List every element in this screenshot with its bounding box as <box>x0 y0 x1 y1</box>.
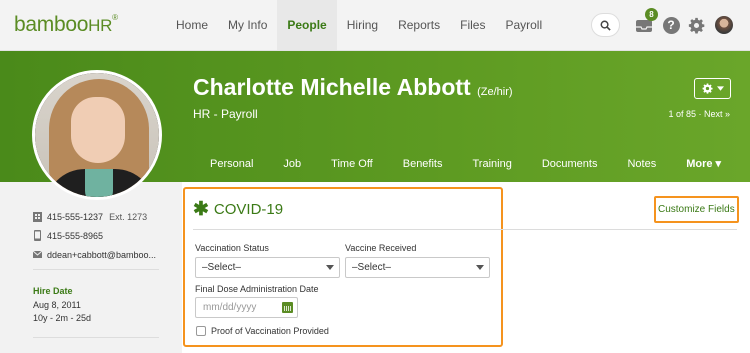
vaccine-received-value: –Select– <box>352 262 391 273</box>
employee-full-name: Charlotte Michelle Abbott <box>193 74 471 100</box>
user-avatar-button[interactable] <box>712 13 736 37</box>
gear-icon <box>702 83 713 94</box>
work-phone-row: 415-555-1237 Ext. 1273 <box>33 211 147 222</box>
photo-face <box>71 97 125 163</box>
email-row: ddean+cabbott@bamboo... <box>33 249 156 260</box>
tab-job[interactable]: Job <box>268 150 316 180</box>
inbox-button[interactable]: 8 <box>632 8 658 37</box>
sidebar-divider <box>33 337 159 338</box>
proof-of-vaccination-checkbox[interactable] <box>196 326 206 336</box>
settings-button[interactable] <box>684 13 708 37</box>
tab-benefits[interactable]: Benefits <box>388 150 458 180</box>
customize-fields-link[interactable]: Customize Fields <box>658 204 735 215</box>
nav-item-home[interactable]: Home <box>166 0 218 50</box>
employee-pager[interactable]: 1 of 85 · Next » <box>668 109 730 119</box>
vaccination-status-label: Vaccination Status <box>195 243 269 253</box>
profile-photo[interactable] <box>32 70 162 200</box>
employee-pronouns: (Ze/hir) <box>477 86 513 98</box>
tab-notes[interactable]: Notes <box>612 150 671 180</box>
nav-item-reports[interactable]: Reports <box>388 0 450 50</box>
work-phone-extension: Ext. 1273 <box>109 211 148 222</box>
final-dose-date-label: Final Dose Administration Date <box>195 284 319 294</box>
main-nav: Home My Info People Hiring Reports Files… <box>166 0 552 50</box>
vaccination-status-value: –Select– <box>202 262 241 273</box>
final-dose-date-input[interactable]: mm/dd/yyyy <box>195 297 298 318</box>
profile-settings-dropdown[interactable] <box>694 78 731 99</box>
covid-title-text: COVID-19 <box>213 201 284 218</box>
nav-item-people[interactable]: People <box>277 0 337 50</box>
sidebar-divider <box>33 269 159 270</box>
tab-more[interactable]: More ▾ <box>671 150 736 180</box>
nav-item-payroll[interactable]: Payroll <box>495 0 552 50</box>
inbox-count-badge: 8 <box>645 8 658 21</box>
avatar <box>715 16 733 34</box>
help-button[interactable]: ? <box>659 13 683 37</box>
email-icon <box>33 249 42 260</box>
profile-tabs: Personal Job Time Off Benefits Training … <box>195 150 736 180</box>
final-dose-date-placeholder: mm/dd/yyyy <box>203 302 257 313</box>
employee-department: HR - Payroll <box>193 107 258 121</box>
office-phone-icon <box>33 211 42 222</box>
search-icon <box>600 20 611 31</box>
hire-date-heading: Hire Date <box>33 286 73 296</box>
search-button[interactable] <box>591 13 620 37</box>
logo-text: bamboo <box>14 13 89 36</box>
tab-training[interactable]: Training <box>457 150 526 180</box>
asterisk-icon: ✱ <box>193 199 209 220</box>
help-icon: ? <box>662 16 680 34</box>
employee-sidebar <box>0 182 182 353</box>
proof-of-vaccination-label[interactable]: Proof of Vaccination Provided <box>211 326 329 336</box>
bamboohr-logo[interactable]: bambooHR® <box>14 13 118 37</box>
mobile-phone-row: 415-555-8965 <box>33 230 103 241</box>
employee-name: Charlotte Michelle Abbott (Ze/hir) <box>193 74 513 101</box>
email-address[interactable]: ddean+cabbott@bamboo... <box>47 250 156 260</box>
chevron-down-icon <box>326 265 334 270</box>
hire-tenure: 10y - 2m - 25d <box>33 313 92 323</box>
logo-registered-mark: ® <box>112 13 118 22</box>
photo-shirt <box>85 169 113 197</box>
covid-section-title: ✱ COVID-19 <box>193 199 284 220</box>
nav-item-my-info[interactable]: My Info <box>218 0 277 50</box>
nav-item-files[interactable]: Files <box>450 0 495 50</box>
tab-personal[interactable]: Personal <box>195 150 268 180</box>
calendar-icon[interactable] <box>282 302 293 313</box>
tab-documents[interactable]: Documents <box>527 150 613 180</box>
chevron-down-icon <box>476 265 484 270</box>
tab-time-off[interactable]: Time Off <box>316 150 388 180</box>
mobile-phone-icon <box>33 230 42 241</box>
section-divider <box>193 229 737 230</box>
nav-item-hiring[interactable]: Hiring <box>337 0 388 50</box>
vaccine-received-label: Vaccine Received <box>345 243 417 253</box>
logo-hr-text: HR <box>88 16 113 35</box>
vaccine-received-select[interactable]: –Select– <box>345 257 490 278</box>
work-phone[interactable]: 415-555-1237 <box>47 212 103 222</box>
chevron-down-icon <box>716 86 724 91</box>
vaccination-status-select[interactable]: –Select– <box>195 257 340 278</box>
hire-date-value: Aug 8, 2011 <box>33 300 81 310</box>
gear-icon <box>688 17 704 33</box>
top-navigation-bar: bambooHR® Home My Info People Hiring Rep… <box>0 0 750 51</box>
mobile-phone[interactable]: 415-555-8965 <box>47 231 103 241</box>
